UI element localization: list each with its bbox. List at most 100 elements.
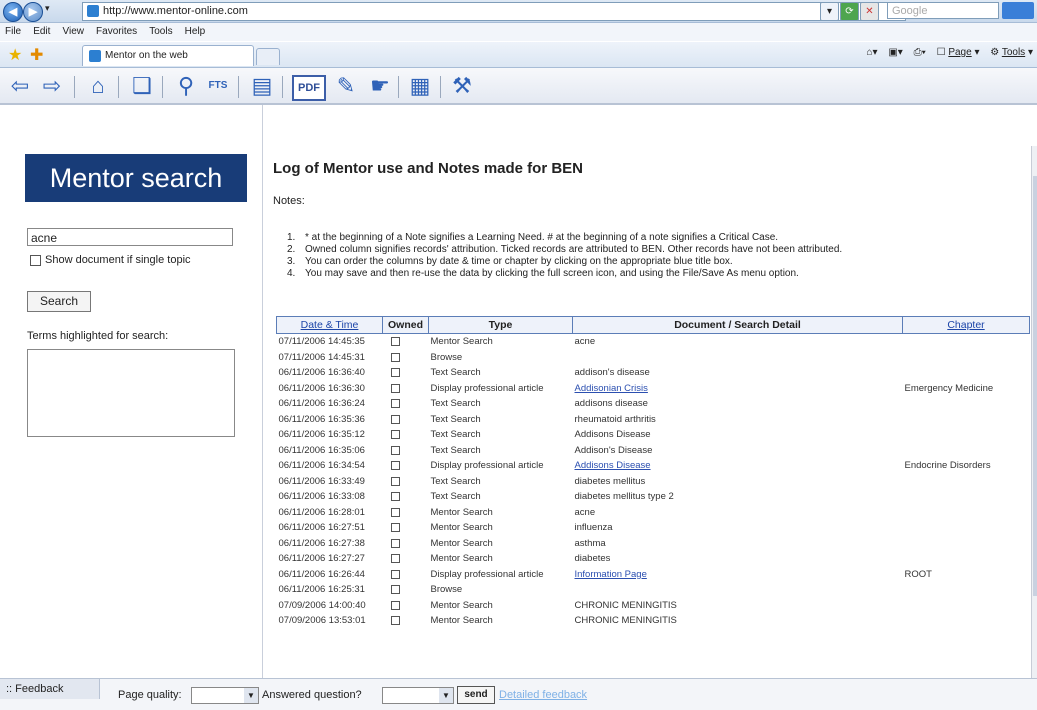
note-text: Owned column signifies records' attribut… [305, 244, 843, 255]
address-dropdown-icon[interactable]: ▾ [820, 2, 839, 21]
menu-view[interactable]: View [62, 23, 84, 41]
article-link[interactable]: Addisons Disease [575, 460, 651, 471]
cell-chapter: Endocrine Disorders [904, 460, 991, 472]
owned-checkbox[interactable] [390, 352, 400, 362]
show-single-topic-option[interactable]: Show document if single topic [30, 254, 191, 266]
pdf-icon[interactable]: PDF [292, 75, 326, 101]
menu-file[interactable]: File [5, 23, 21, 41]
owned-checkbox[interactable] [390, 507, 400, 517]
cell-type: Browse [430, 351, 463, 363]
owned-checkbox[interactable] [390, 399, 400, 409]
refresh-icon[interactable]: ⟳ [840, 2, 859, 21]
owned-checkbox[interactable] [390, 414, 400, 424]
cell-datetime: 06/11/2006 16:35:06 [278, 444, 365, 456]
back-button[interactable]: ◀ [3, 2, 23, 22]
search-magnifier-icon[interactable]: ⚲ [172, 72, 200, 100]
book-icon[interactable]: ❑ [128, 72, 156, 100]
home-page-icon[interactable]: ⌂ [84, 72, 112, 100]
search-term-input[interactable]: acne [27, 228, 233, 246]
send-button[interactable]: send [457, 686, 495, 704]
article-link[interactable]: Addisonian Crisis [575, 383, 648, 394]
menu-favorites[interactable]: Favorites [96, 23, 137, 41]
full-screen-icon[interactable]: ▦ [406, 72, 434, 100]
add-favorite-icon[interactable]: ✚ [30, 45, 43, 65]
cell-type: Browse [430, 584, 463, 596]
table-row: 06/11/2006 16:27:27 Mentor Search diabetes [277, 551, 1030, 567]
menu-tools[interactable]: Tools [149, 23, 172, 41]
tools-menu[interactable]: ⚙ Tools ▾ [990, 47, 1033, 58]
web-search-input[interactable]: Google [887, 2, 999, 19]
owned-checkbox[interactable] [390, 337, 400, 347]
header-date-time[interactable]: Date & Time [276, 316, 383, 334]
show-single-topic-checkbox[interactable] [30, 254, 41, 266]
note-number: 4. [287, 268, 296, 279]
header-chapter[interactable]: Chapter [902, 316, 1030, 334]
cell-owned [383, 582, 429, 598]
feedback-tab[interactable]: :: Feedback [0, 679, 100, 699]
pen-notes-icon[interactable]: ✎ [332, 72, 360, 100]
address-bar[interactable]: http://www.mentor-online.com [82, 2, 906, 21]
page-menu[interactable]: ☐ Page ▾ [937, 47, 980, 58]
print-icon[interactable]: ⎙▾ [914, 47, 926, 58]
tab-mentor-on-the-web[interactable]: Mentor on the web [82, 45, 254, 66]
tab-title: Mentor on the web [105, 50, 188, 61]
vertical-scrollbar[interactable] [1031, 146, 1037, 679]
site-favicon-icon [87, 5, 99, 17]
forward-button[interactable]: ▶ [23, 2, 43, 22]
cell-datetime: 07/11/2006 14:45:31 [278, 351, 365, 363]
stop-icon[interactable]: ✕ [860, 2, 879, 21]
owned-checkbox[interactable] [390, 523, 400, 533]
pointer-icon[interactable]: ☛ [366, 72, 394, 100]
cell-chapter [903, 582, 1030, 598]
owned-checkbox[interactable] [390, 538, 400, 548]
owned-checkbox[interactable] [390, 616, 400, 626]
owned-checkbox[interactable] [390, 554, 400, 564]
cell-datetime: 07/11/2006 14:45:35 [278, 336, 365, 348]
web-search-button[interactable] [1002, 2, 1034, 19]
toolbar-separator [440, 76, 441, 98]
cell-datetime: 06/11/2006 16:33:08 [278, 491, 365, 503]
detailed-feedback-link[interactable]: Detailed feedback [499, 687, 587, 703]
tools-wrench-icon[interactable]: ⚒ [448, 72, 476, 100]
owned-checkbox[interactable] [390, 430, 400, 440]
table-row: 06/11/2006 16:33:49 Text Search diabetes m… [277, 474, 1030, 490]
owned-checkbox[interactable] [390, 585, 400, 595]
cell-chapter [903, 489, 1030, 505]
tab-favicon-icon [89, 50, 101, 62]
back-arrow-icon[interactable]: ⇦ [6, 72, 34, 100]
home-icon[interactable]: ⌂▾ [866, 47, 877, 58]
owned-checkbox[interactable] [390, 383, 400, 393]
owned-checkbox[interactable] [390, 569, 400, 579]
menu-help[interactable]: Help [185, 23, 206, 41]
page-quality-select[interactable]: ▼ [191, 687, 259, 704]
answered-question-select[interactable]: ▼ [382, 687, 454, 704]
note-item: 2. Owned column signifies records' attrib… [287, 244, 1027, 256]
menu-edit[interactable]: Edit [33, 23, 50, 41]
cell-owned [383, 505, 429, 521]
cell-type: Text Search [430, 413, 481, 425]
feeds-icon[interactable]: ▣▾ [888, 47, 902, 58]
scrollbar-thumb[interactable] [1033, 176, 1037, 596]
toolbar-separator [398, 76, 399, 98]
fts-icon[interactable]: FTS [204, 72, 232, 100]
favorites-star-icon[interactable]: ★ [8, 45, 22, 65]
search-button[interactable]: Search [27, 291, 91, 312]
note-number: 3. [287, 256, 296, 267]
owned-checkbox[interactable] [390, 445, 400, 455]
cell-type: Text Search [430, 491, 481, 503]
cell-owned [383, 458, 429, 474]
owned-checkbox[interactable] [390, 492, 400, 502]
page-menu-label: Page [948, 47, 972, 58]
owned-checkbox[interactable] [390, 476, 400, 486]
new-tab-button[interactable] [256, 48, 280, 65]
owned-checkbox[interactable] [390, 368, 400, 378]
folder-icon[interactable]: ▤ [248, 72, 276, 100]
owned-checkbox[interactable] [390, 600, 400, 610]
owned-checkbox[interactable] [390, 461, 400, 471]
forward-arrow-icon[interactable]: ⇨ [38, 72, 66, 100]
cell-type: Mentor Search [430, 615, 493, 627]
article-link[interactable]: Information Page [575, 569, 647, 580]
highlight-terms-box[interactable] [27, 349, 235, 437]
note-text: You may save and then re-use the data by… [305, 268, 799, 279]
history-dropdown-icon[interactable]: ▾ [45, 3, 50, 14]
